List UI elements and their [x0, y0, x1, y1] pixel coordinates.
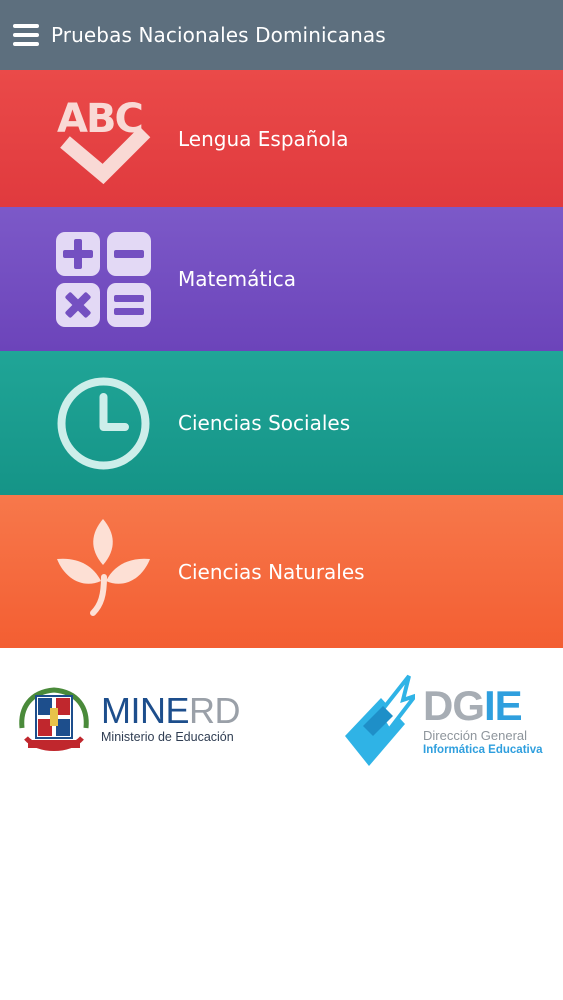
subject-label: Ciencias Sociales: [178, 411, 351, 435]
hamburger-menu-icon[interactable]: [13, 24, 39, 46]
dgie-arrow-emblem-icon: [345, 674, 415, 766]
subject-matematica[interactable]: Matemática: [0, 207, 563, 351]
plant-leaves-icon: [57, 519, 150, 616]
subject-label: Ciencias Naturales: [178, 559, 365, 584]
dgie-subtitle-2: Informática Educativa: [423, 744, 543, 756]
minerd-name-main: MINE: [101, 690, 190, 731]
subject-lengua-espanola[interactable]: ABC Lengua Española: [0, 70, 563, 207]
app-title: Pruebas Nacionales Dominicanas: [51, 23, 386, 47]
minerd-name-accent: RD: [189, 690, 241, 731]
dgie-logo: DGIE Dirección General Informática Educa…: [345, 674, 555, 769]
app-bar: Pruebas Nacionales Dominicanas: [0, 0, 563, 70]
clock-icon: [57, 377, 150, 469]
abc-check-icon: ABC: [57, 96, 151, 185]
sponsor-logos: MINERD Ministerio de Educación DGIE Dire…: [0, 648, 563, 778]
calculator-operators-icon: [56, 231, 151, 327]
dgie-subtitle-1: Dirección General: [423, 728, 528, 743]
subject-ciencias-naturales[interactable]: Ciencias Naturales: [0, 495, 563, 648]
minerd-subtitle: Ministerio de Educación: [101, 730, 234, 744]
dgie-name-accent: IE: [484, 682, 523, 729]
dgie-name-main: DG: [423, 682, 485, 729]
minerd-logo: MINERD Ministerio de Educación: [14, 678, 254, 758]
subject-label: Lengua Española: [178, 126, 349, 151]
subject-label: Matemática: [178, 267, 297, 291]
dominican-coat-of-arms-icon: [19, 687, 89, 751]
svg-text:ABC: ABC: [57, 96, 142, 142]
subject-ciencias-sociales[interactable]: Ciencias Sociales: [0, 351, 563, 495]
